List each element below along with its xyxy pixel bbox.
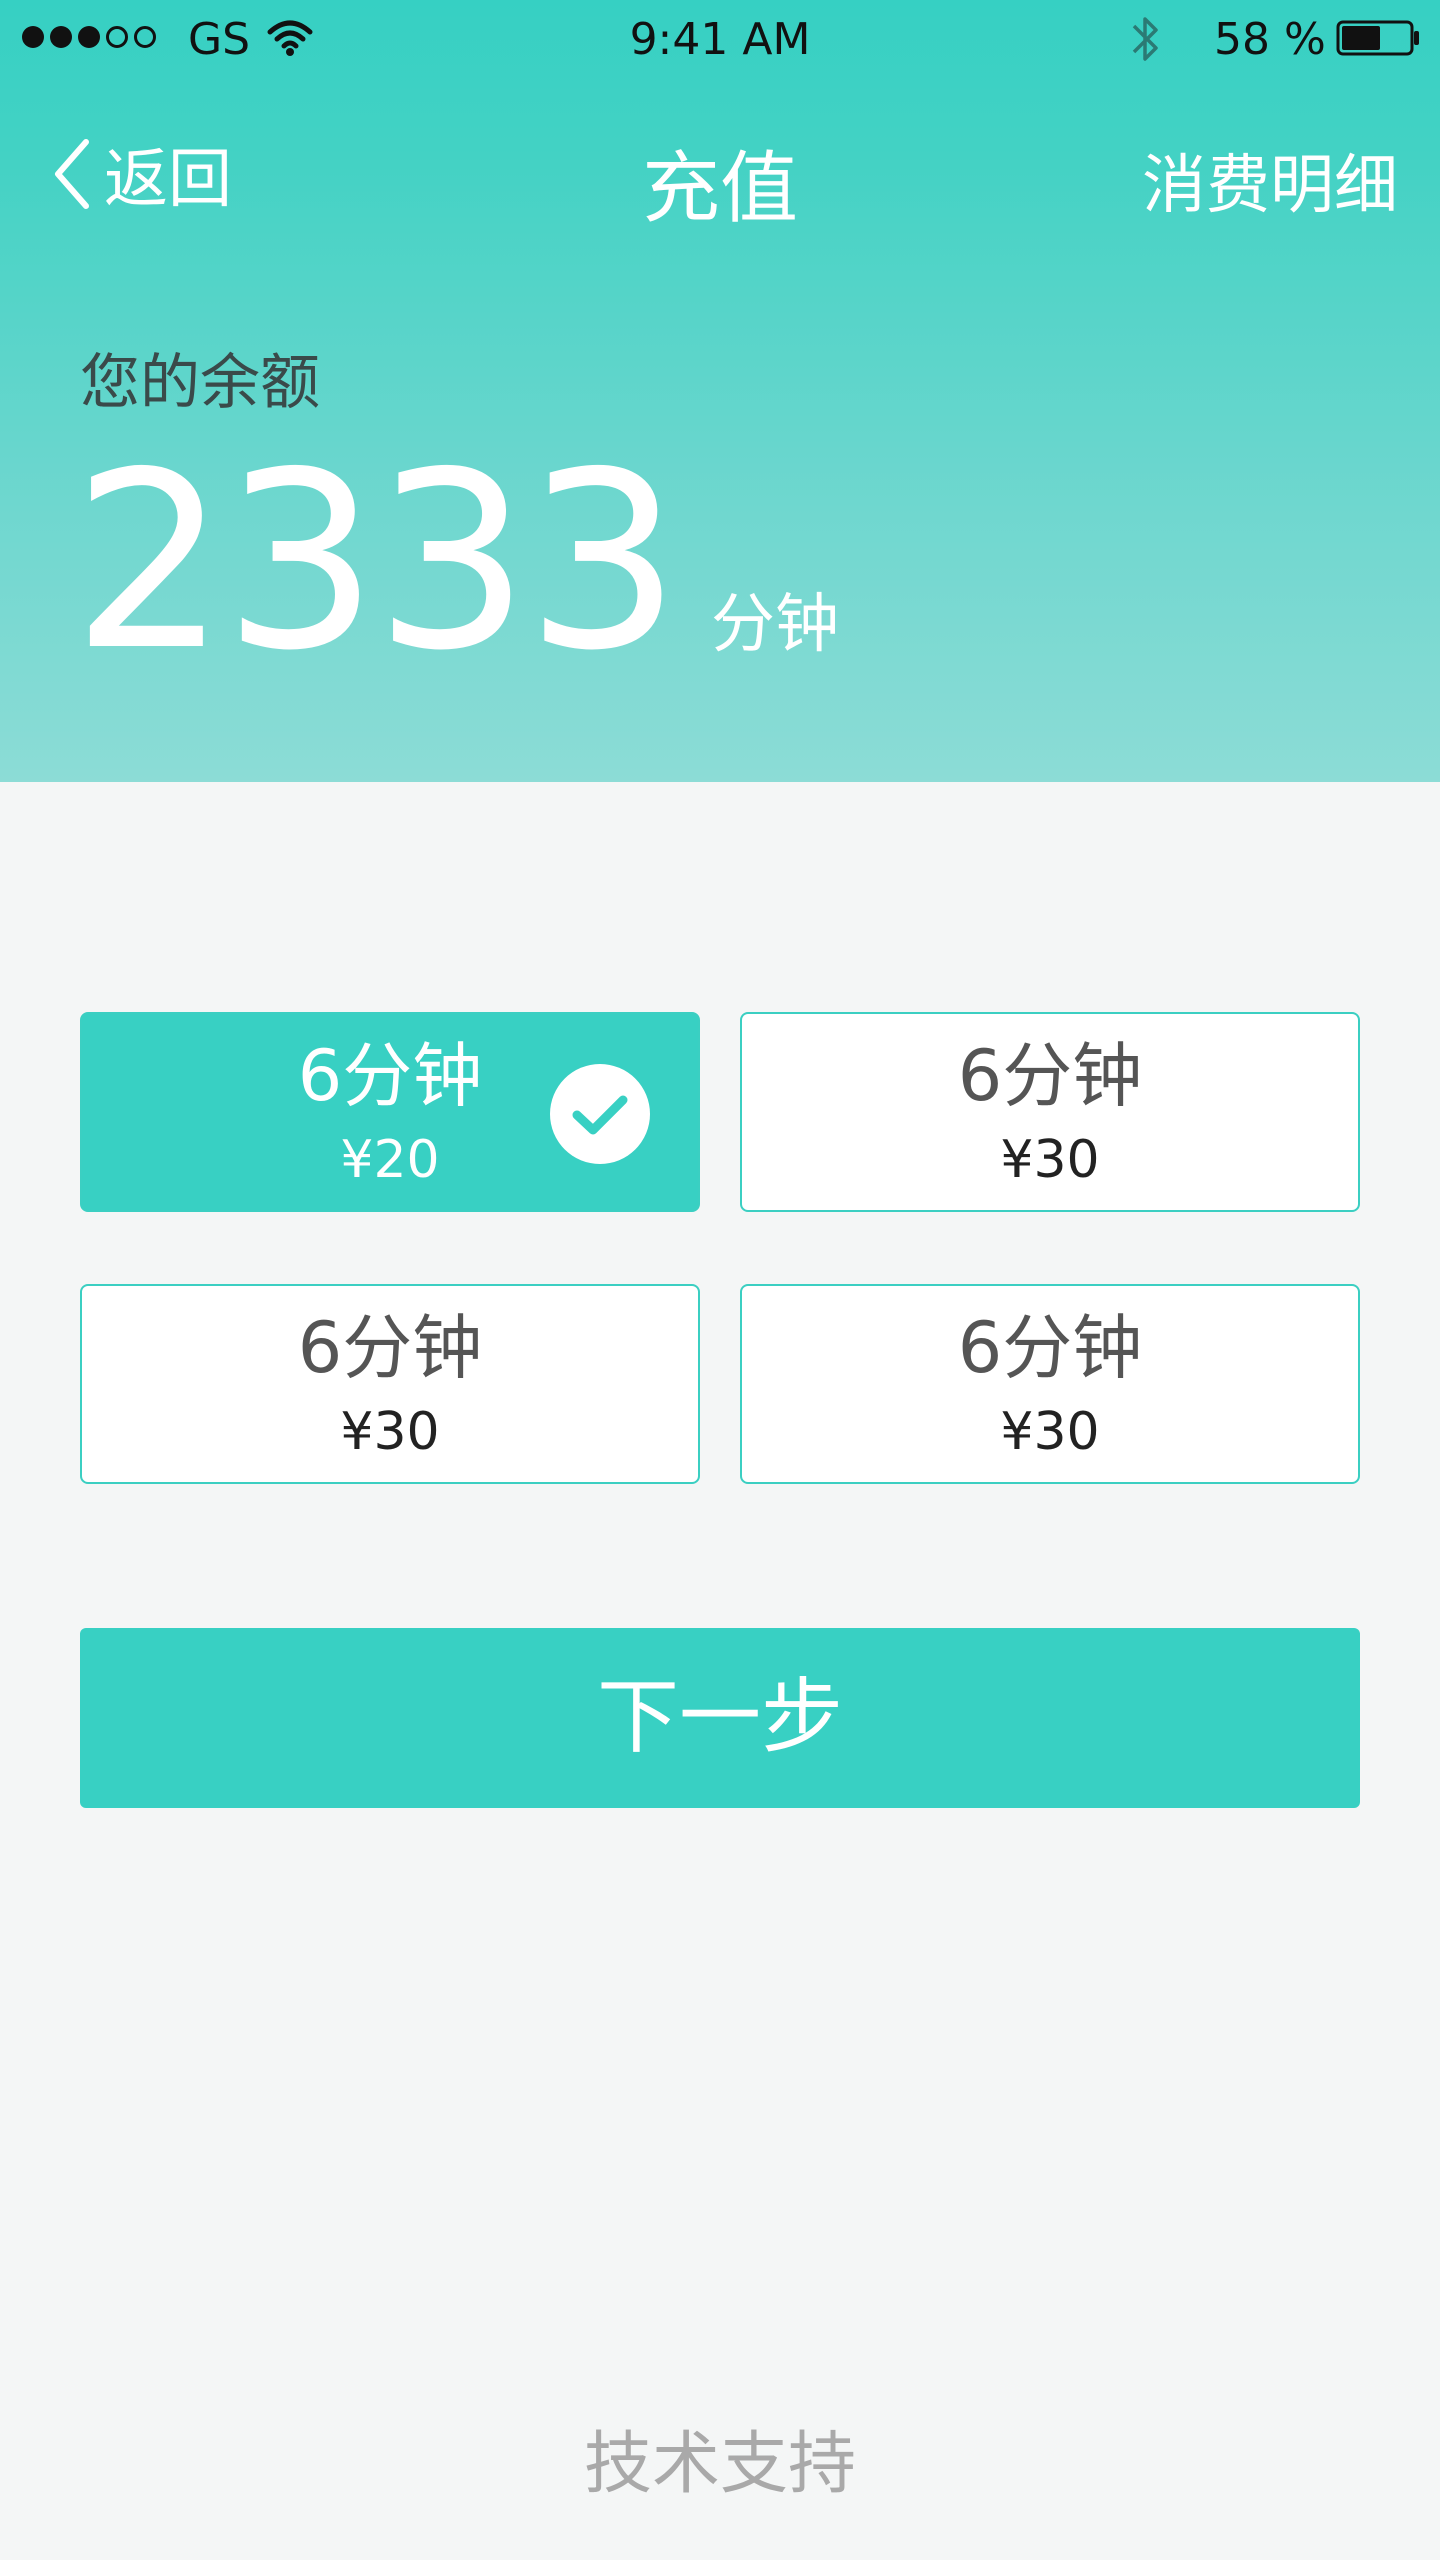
consumption-details-link[interactable]: 消费明细	[1142, 134, 1398, 226]
balance-label: 您的余额	[80, 348, 320, 418]
header: GS 9:41 AM 58 % 返回 充值 消费明细 您的余额 2333 分钟	[0, 0, 1440, 782]
next-step-button[interactable]: 下一步	[80, 1628, 1360, 1808]
recharge-option-1[interactable]: 6分钟 ¥20	[80, 1012, 700, 1212]
recharge-option-3[interactable]: 6分钟 ¥30	[80, 1284, 700, 1484]
battery-icon	[1336, 20, 1419, 56]
bluetooth-icon	[1132, 17, 1158, 61]
navigation-bar: 返回 充值 消费明细	[0, 120, 1440, 234]
option-price: ¥30	[340, 1402, 440, 1462]
recharge-option-2[interactable]: 6分钟 ¥30	[740, 1012, 1360, 1212]
option-price: ¥30	[1000, 1130, 1100, 1190]
option-duration: 6分钟	[297, 1307, 483, 1389]
recharge-option-4[interactable]: 6分钟 ¥30	[740, 1284, 1360, 1484]
option-duration: 6分钟	[957, 1307, 1143, 1389]
technical-support-link[interactable]: 技术支持	[0, 2408, 1440, 2507]
option-price: ¥30	[1000, 1402, 1100, 1462]
battery-percentage: 58 %	[1214, 14, 1326, 65]
balance-unit: 分钟	[710, 588, 839, 662]
balance-value: 2333	[72, 420, 681, 704]
check-circle-icon	[550, 1064, 650, 1164]
balance-display: 2333 分钟	[72, 440, 839, 684]
option-duration: 6分钟	[957, 1035, 1143, 1117]
status-bar: GS 9:41 AM 58 %	[0, 0, 1440, 80]
